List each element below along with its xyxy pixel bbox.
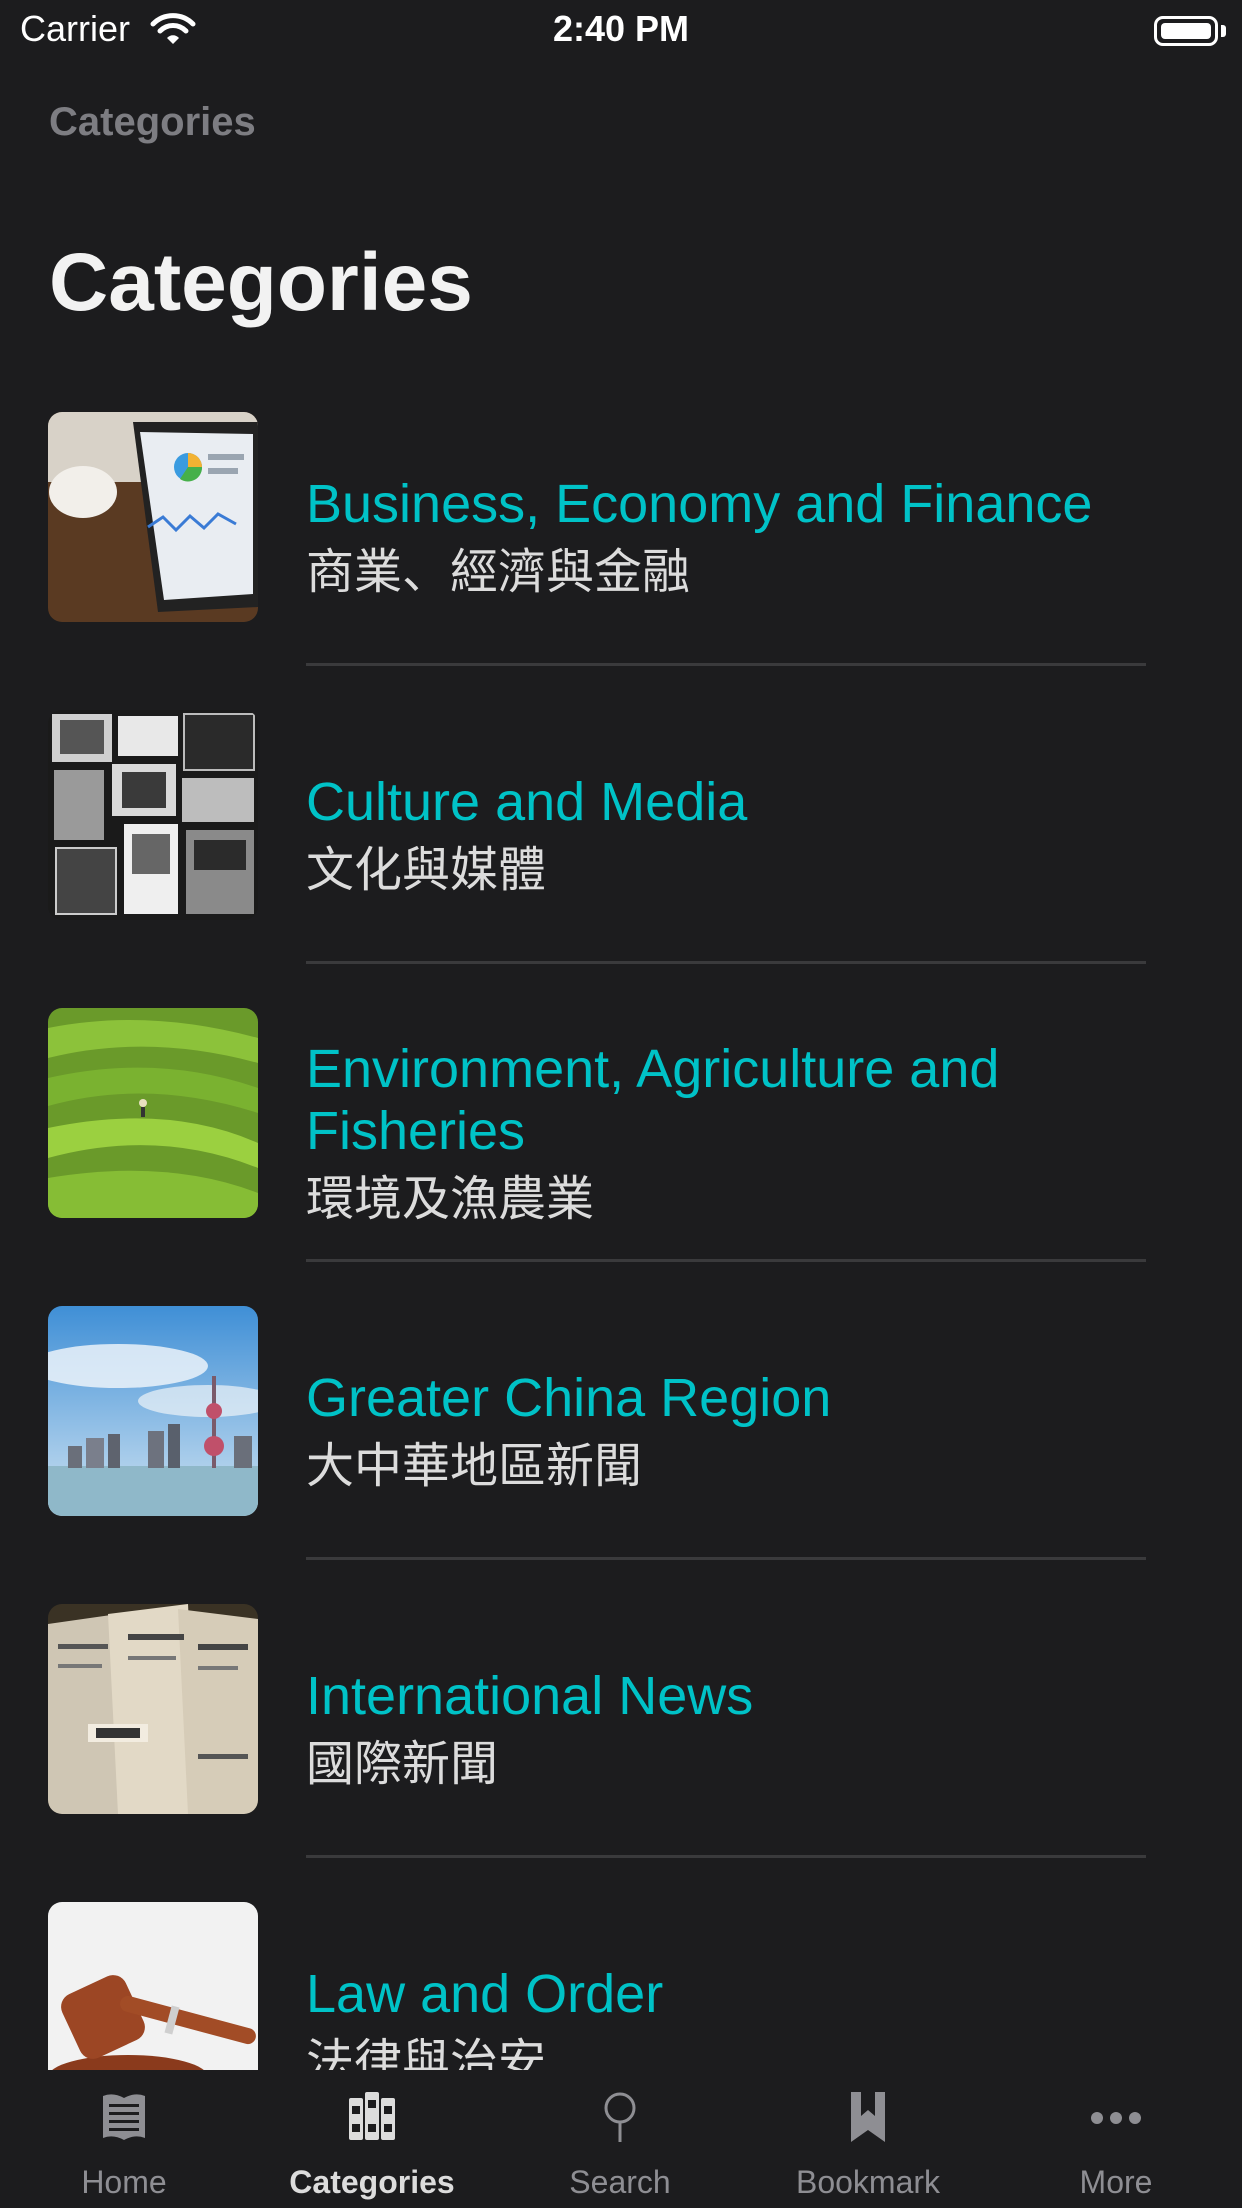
category-title: Environment, Agriculture and Fisheries (306, 1039, 1000, 1161)
search-icon (604, 2092, 636, 2142)
battery-tip (1221, 25, 1226, 37)
tab-label: Categories (289, 2164, 455, 2200)
category-subtitle: 國際新聞 (306, 1738, 499, 1791)
category-title: Law and Order (306, 1964, 664, 2024)
status-bar: Carrier 2:40 PM (0, 0, 1242, 62)
more-icon (1091, 2112, 1141, 2124)
tab-label: Bookmark (795, 2164, 941, 2200)
row-divider (306, 1259, 1146, 1262)
tab-categories[interactable]: Categories (248, 2070, 496, 2208)
category-thumbnail-business (48, 412, 258, 622)
tab-label: More (1079, 2164, 1153, 2200)
category-list: Business, Economy and Finance 商業、經濟與金融 C… (0, 410, 1242, 2070)
row-divider (306, 1855, 1146, 1858)
row-divider (306, 961, 1146, 964)
category-row-business[interactable]: Business, Economy and Finance 商業、經濟與金融 (0, 410, 1242, 708)
tab-more[interactable]: More (992, 2070, 1240, 2208)
row-divider (306, 663, 1146, 666)
books-icon (349, 2092, 395, 2140)
tab-label: Home (81, 2164, 167, 2200)
page-title: Categories (49, 237, 473, 328)
category-thumbnail-environment (48, 1008, 258, 1218)
category-title: International News (306, 1666, 754, 1726)
category-row-culture[interactable]: Culture and Media 文化與媒體 (0, 708, 1242, 1006)
category-row-international[interactable]: International News 國際新聞 (0, 1602, 1242, 1900)
category-title: Business, Economy and Finance (306, 474, 1093, 534)
category-row-greater-china[interactable]: Greater China Region 大中華地區新聞 (0, 1304, 1242, 1602)
tab-search[interactable]: Search (496, 2070, 744, 2208)
tab-home[interactable]: Home (0, 2070, 248, 2208)
category-thumbnail-law (48, 1902, 258, 2070)
category-title: Culture and Media (306, 772, 748, 832)
category-subtitle: 商業、經濟與金融 (306, 546, 691, 599)
status-time: 2:40 PM (552, 8, 690, 49)
category-thumbnail-international (48, 1604, 258, 1814)
category-title: Greater China Region (306, 1368, 832, 1428)
newspaper-icon (103, 2094, 145, 2140)
category-subtitle: 文化與媒體 (306, 844, 547, 897)
tab-bookmark[interactable]: Bookmark (744, 2070, 992, 2208)
category-thumbnail-culture (48, 710, 258, 920)
tab-bar: Home Categories Search Bookmark More (0, 2070, 1242, 2208)
category-subtitle: 法律與治安 (306, 2036, 547, 2070)
category-row-environment[interactable]: Environment, Agriculture and Fisheries 環… (0, 1006, 1242, 1304)
bookmark-icon (851, 2092, 885, 2142)
nav-small-title: Categories (49, 100, 256, 144)
category-subtitle: 環境及漁農業 (306, 1173, 595, 1226)
category-subtitle: 大中華地區新聞 (306, 1440, 643, 1493)
row-divider (306, 1557, 1146, 1560)
category-thumbnail-greater-china (48, 1306, 258, 1516)
category-row-law[interactable]: Law and Order 法律與治安 (0, 1900, 1242, 2070)
battery-icon (1154, 16, 1218, 46)
tab-label: Search (569, 2164, 671, 2200)
